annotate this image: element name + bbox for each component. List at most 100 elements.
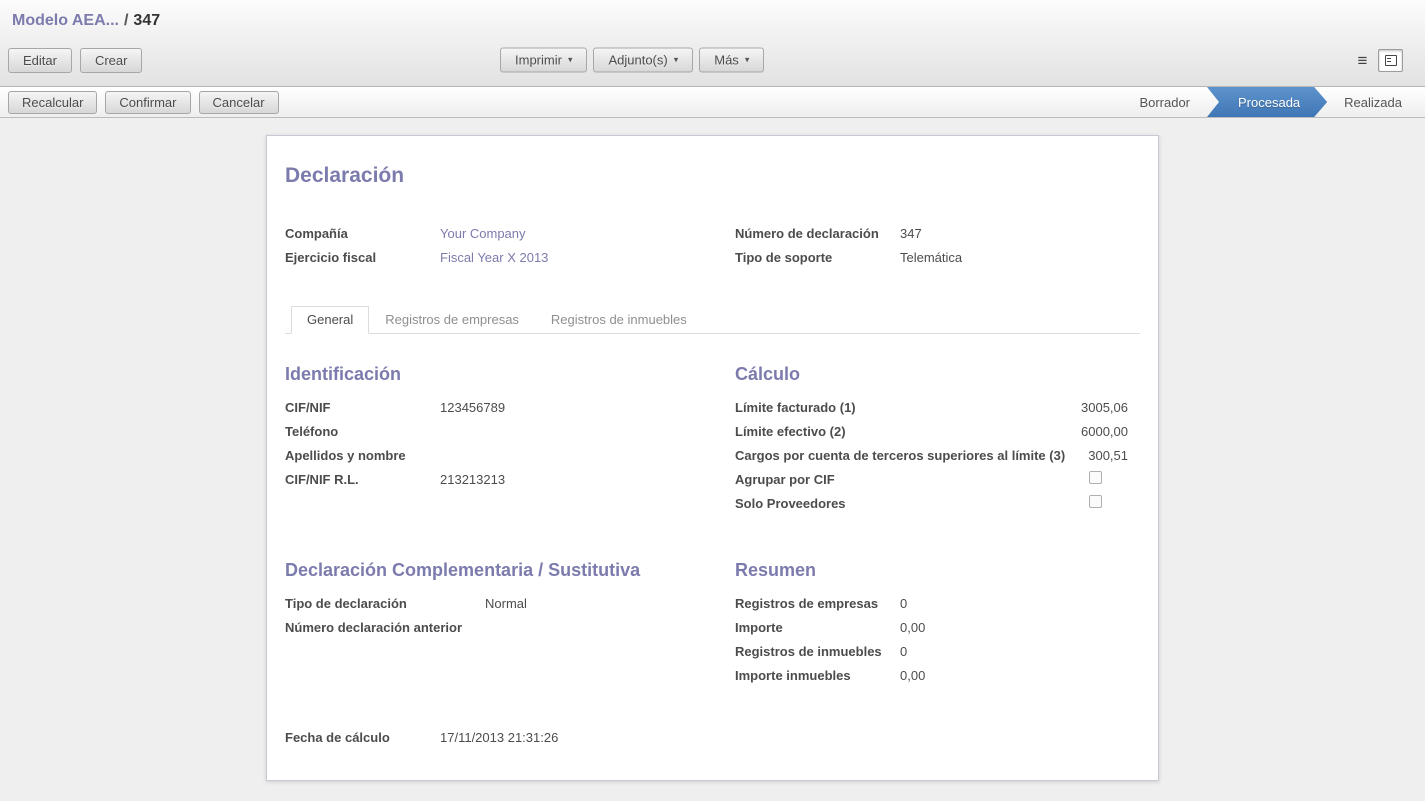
field-label: Solo Proveedores <box>735 495 1089 513</box>
field-importe: Importe 0,00 <box>735 616 1140 640</box>
list-view-button[interactable]: ≡ <box>1350 49 1375 72</box>
complementaria-title: Declaración Complementaria / Sustitutiva <box>285 560 735 581</box>
caret-down-icon: ▾ <box>745 56 750 65</box>
field-declaration-number: Número de declaración 347 <box>735 222 1140 246</box>
form-header-fields: Compañía Your Company Ejercicio fiscal F… <box>285 222 1140 270</box>
print-label: Imprimir <box>515 52 562 69</box>
field-numero-declaracion-anterior: Número declaración anterior <box>285 616 735 640</box>
field-value: 123456789 <box>440 399 505 417</box>
field-value: 6000,00 <box>1081 423 1140 441</box>
field-value: 300,51 <box>1088 447 1140 465</box>
field-label: Cargos por cuenta de terceros superiores… <box>735 447 1088 465</box>
header-right-column: Número de declaración 347 Tipo de soport… <box>735 222 1140 270</box>
toolbar: Editar Crear Imprimir ▾ Adjunto(s) ▾ Más… <box>0 34 1425 86</box>
attachments-label: Adjunto(s) <box>608 52 667 69</box>
tab-registros-de-empresas[interactable]: Registros de empresas <box>369 306 535 334</box>
field-label: Número declaración anterior <box>285 619 485 637</box>
field-label: Límite efectivo (2) <box>735 423 1081 441</box>
view-switcher: ≡ <box>1350 49 1417 72</box>
field-label: Importe <box>735 619 900 637</box>
edit-button[interactable]: Editar <box>8 48 72 73</box>
field-value: 0 <box>900 595 907 613</box>
action-dropdowns: Imprimir ▾ Adjunto(s) ▾ Más ▾ <box>500 48 764 73</box>
field-support-type: Tipo de soporte Telemática <box>735 246 1140 270</box>
declaration-number-value: 347 <box>900 225 922 243</box>
recalculate-button[interactable]: Recalcular <box>8 91 97 114</box>
checkbox-cell <box>1089 495 1140 513</box>
group-complementaria: Declaración Complementaria / Sustitutiva… <box>285 560 735 688</box>
field-label: Agrupar por CIF <box>735 471 1089 489</box>
field-label: Límite facturado (1) <box>735 399 1081 417</box>
support-type-value: Telemática <box>900 249 962 267</box>
fecha-calculo-label: Fecha de cálculo <box>285 729 440 747</box>
list-icon: ≡ <box>1358 52 1368 69</box>
groups-row-1: Identificación CIF/NIF 123456789 Teléfon… <box>285 364 1140 516</box>
group-calculo: Cálculo Límite facturado (1) 3005,06 Lím… <box>735 364 1140 516</box>
field-solo-proveedores: Solo Proveedores <box>735 492 1140 516</box>
field-value: Normal <box>485 595 527 613</box>
field-label: CIF/NIF R.L. <box>285 471 440 489</box>
group-resumen: Resumen Registros de empresas 0 Importe … <box>735 560 1140 688</box>
group-identificacion: Identificación CIF/NIF 123456789 Teléfon… <box>285 364 735 516</box>
field-telefono: Teléfono <box>285 420 735 444</box>
caret-down-icon: ▾ <box>568 56 573 65</box>
agrupar-por-cif-checkbox[interactable] <box>1089 471 1102 484</box>
cancel-button[interactable]: Cancelar <box>199 91 279 114</box>
status-realizada: Realizada <box>1329 87 1417 117</box>
field-value: 213213213 <box>440 471 505 489</box>
more-label: Más <box>714 52 739 69</box>
field-fecha-de-calculo: Fecha de cálculo 17/11/2013 21:31:26 <box>285 726 1140 750</box>
action-statusbar: Recalcular Confirmar Cancelar Borrador P… <box>0 87 1425 118</box>
create-button[interactable]: Crear <box>80 48 143 73</box>
field-value: 3005,06 <box>1081 399 1140 417</box>
print-dropdown-button[interactable]: Imprimir ▾ <box>500 48 587 73</box>
field-label: Registros de inmuebles <box>735 643 900 661</box>
field-tipo-de-declaracion: Tipo de declaración Normal <box>285 592 735 616</box>
company-link[interactable]: Your Company <box>440 225 526 243</box>
field-value: 0,00 <box>900 667 925 685</box>
company-label: Compañía <box>285 225 440 243</box>
status-borrador: Borrador <box>1124 87 1205 117</box>
breadcrumb-parent-link[interactable]: Modelo AEA... <box>12 12 119 29</box>
attachments-dropdown-button[interactable]: Adjunto(s) ▾ <box>593 48 693 73</box>
form-icon <box>1385 55 1397 66</box>
support-type-label: Tipo de soporte <box>735 249 900 267</box>
field-label: Registros de empresas <box>735 595 900 613</box>
groups-row-2: Declaración Complementaria / Sustitutiva… <box>285 560 1140 688</box>
field-importe-inmuebles: Importe inmuebles 0,00 <box>735 664 1140 688</box>
top-header: Modelo AEA.../347 Editar Crear Imprimir … <box>0 0 1425 87</box>
field-label: Teléfono <box>285 423 440 441</box>
content-area: Declaración Compañía Your Company Ejerci… <box>0 118 1425 801</box>
field-limite-efectivo: Límite efectivo (2) 6000,00 <box>735 420 1140 444</box>
status-pipeline: Borrador Procesada Realizada <box>1124 87 1417 117</box>
page-title: Declaración <box>285 164 1140 188</box>
resumen-title: Resumen <box>735 560 1140 581</box>
form-sheet: Declaración Compañía Your Company Ejerci… <box>266 135 1159 781</box>
breadcrumb: Modelo AEA.../347 <box>0 0 1425 34</box>
field-fiscal-year: Ejercicio fiscal Fiscal Year X 2013 <box>285 246 735 270</box>
fecha-calculo-value: 17/11/2013 21:31:26 <box>440 729 558 747</box>
form-view-button[interactable] <box>1378 49 1403 72</box>
confirm-button[interactable]: Confirmar <box>105 91 190 114</box>
field-value: 0 <box>900 643 907 661</box>
header-left-column: Compañía Your Company Ejercicio fiscal F… <box>285 222 735 270</box>
field-registros-de-empresas: Registros de empresas 0 <box>735 592 1140 616</box>
status-procesada: Procesada <box>1207 87 1327 117</box>
fiscal-year-link[interactable]: Fiscal Year X 2013 <box>440 249 548 267</box>
checkbox-cell <box>1089 471 1140 489</box>
breadcrumb-current: 347 <box>133 12 160 29</box>
tab-content-general: Identificación CIF/NIF 123456789 Teléfon… <box>285 364 1140 750</box>
field-cif-nif-rl: CIF/NIF R.L. 213213213 <box>285 468 735 492</box>
caret-down-icon: ▾ <box>674 56 679 65</box>
field-label: CIF/NIF <box>285 399 440 417</box>
field-agrupar-por-cif: Agrupar por CIF <box>735 468 1140 492</box>
tab-registros-de-inmuebles[interactable]: Registros de inmuebles <box>535 306 703 334</box>
field-registros-de-inmuebles: Registros de inmuebles 0 <box>735 640 1140 664</box>
declaration-number-label: Número de declaración <box>735 225 900 243</box>
more-dropdown-button[interactable]: Más ▾ <box>699 48 764 73</box>
field-label: Tipo de declaración <box>285 595 485 613</box>
field-apellidos-y-nombre: Apellidos y nombre <box>285 444 735 468</box>
solo-proveedores-checkbox[interactable] <box>1089 495 1102 508</box>
tab-general[interactable]: General <box>291 306 369 334</box>
calculo-title: Cálculo <box>735 364 1140 385</box>
